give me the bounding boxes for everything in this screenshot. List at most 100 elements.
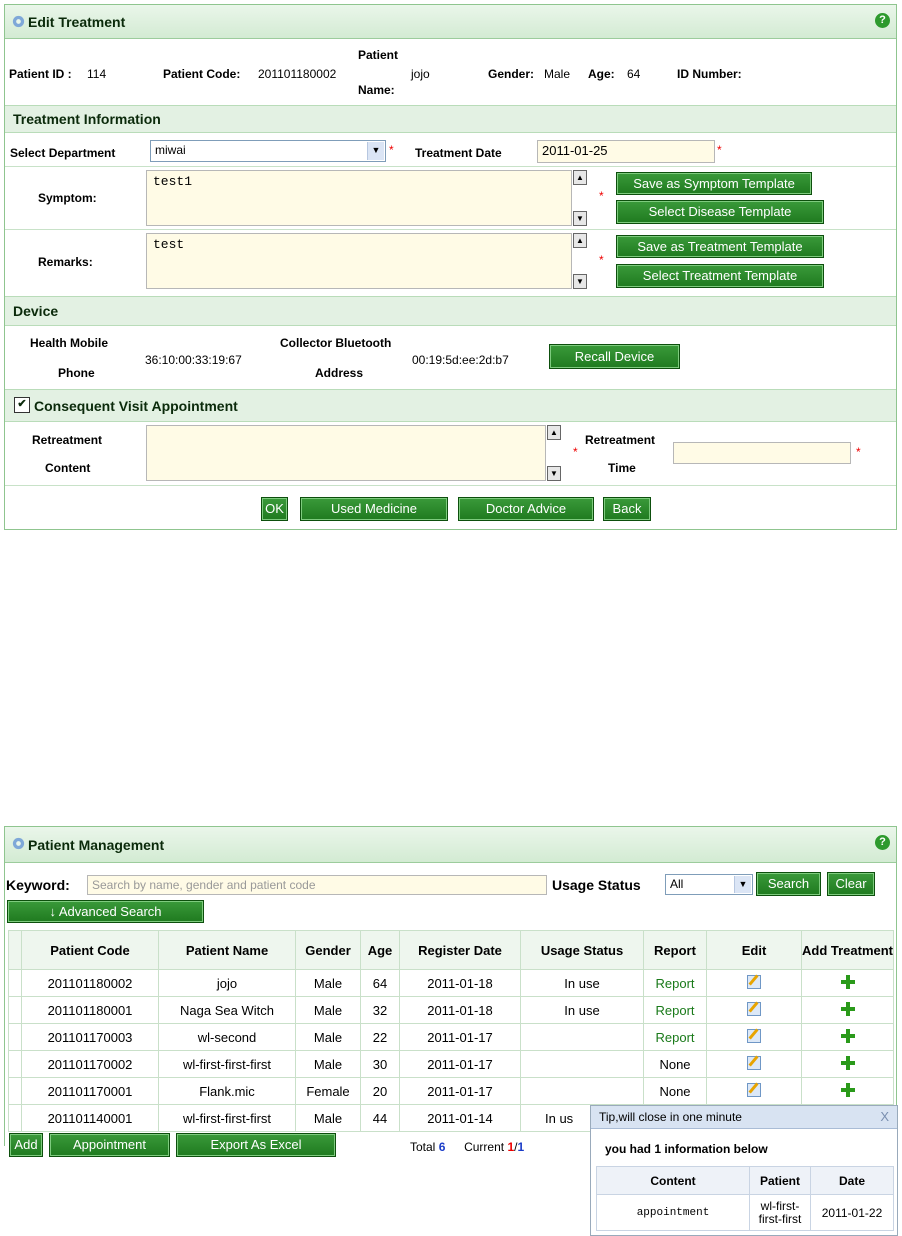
visit-section-title: Consequent Visit Appointment [34, 398, 238, 414]
department-select[interactable]: miwai ▼ [150, 140, 386, 162]
edit-icon[interactable] [747, 1028, 761, 1043]
column-header[interactable]: Report [643, 930, 707, 970]
ok-button[interactable]: OK [261, 497, 288, 521]
gender-cell: Male [295, 996, 361, 1024]
gear-icon [12, 837, 25, 850]
help-icon[interactable]: ? [875, 835, 890, 850]
add-button[interactable]: Add [9, 1133, 43, 1157]
panel-title: Edit Treatment [28, 14, 126, 30]
retreatment-time-field[interactable] [673, 442, 851, 464]
save-symptom-template-button[interactable]: Save as Symptom Template [616, 172, 812, 195]
report-link[interactable]: Report [643, 996, 707, 1024]
clear-button[interactable]: Clear [827, 872, 875, 896]
usage-status-cell: In use [520, 969, 644, 997]
advanced-search-button[interactable]: ↓ Advanced Search [7, 900, 204, 923]
required-mark: * [573, 445, 578, 459]
visit-section-header: ✔ Consequent Visit Appointment [5, 389, 896, 422]
scroll-up-icon[interactable]: ▲ [573, 233, 587, 248]
appointment-button[interactable]: Appointment [49, 1133, 170, 1157]
row-select-cell[interactable] [8, 996, 22, 1024]
column-header[interactable]: Usage Status [520, 930, 644, 970]
retreatment-time-label-1: Retreatment [585, 433, 656, 447]
table-row[interactable]: 201101170001 Flank.mic Female 20 2011-01… [8, 1077, 894, 1105]
retreatment-scrollbar[interactable]: ▲ ▼ [547, 425, 561, 481]
row-select-cell[interactable] [8, 1023, 22, 1051]
add-treatment-icon[interactable] [840, 1001, 855, 1016]
department-selected-value: miwai [155, 143, 186, 157]
used-medicine-button[interactable]: Used Medicine [300, 497, 448, 521]
required-mark: * [856, 445, 861, 459]
remarks-textarea[interactable]: test [146, 233, 572, 289]
edit-icon[interactable] [747, 1055, 761, 1070]
keyword-search-input[interactable]: Search by name, gender and patient code [87, 875, 547, 895]
age-cell: 30 [360, 1050, 400, 1078]
divider [5, 229, 896, 230]
column-header[interactable]: Edit [706, 930, 802, 970]
search-button[interactable]: Search [756, 872, 821, 896]
scroll-up-icon[interactable]: ▲ [547, 425, 561, 440]
visit-checkbox[interactable]: ✔ [14, 397, 30, 413]
table-row[interactable]: 201101170002 wl-first-first-first Male 3… [8, 1050, 894, 1078]
column-header[interactable]: Patient Code [21, 930, 159, 970]
edit-icon[interactable] [747, 974, 761, 989]
patient-name-cell: Naga Sea Witch [158, 996, 296, 1024]
column-header[interactable]: Add Treatment [801, 930, 894, 970]
required-mark: * [717, 143, 722, 157]
chevron-down-icon[interactable]: ▼ [367, 142, 384, 160]
retreatment-content-label-1: Retreatment [32, 433, 103, 447]
close-icon[interactable]: X [880, 1109, 889, 1124]
chevron-down-icon[interactable]: ▼ [734, 876, 751, 893]
select-treatment-template-button[interactable]: Select Treatment Template [616, 264, 824, 288]
save-treatment-template-button[interactable]: Save as Treatment Template [616, 235, 824, 258]
remarks-scrollbar[interactable]: ▲ ▼ [573, 233, 587, 289]
table-row[interactable]: 201101180001 Naga Sea Witch Male 32 2011… [8, 996, 894, 1024]
add-treatment-icon[interactable] [840, 974, 855, 989]
row-select-cell[interactable] [8, 1104, 22, 1132]
scroll-down-icon[interactable]: ▼ [573, 211, 587, 226]
scroll-up-icon[interactable]: ▲ [573, 170, 587, 185]
patient-code-cell: 201101180001 [21, 996, 159, 1024]
treatment-date-field[interactable]: 2011-01-25 [537, 140, 715, 163]
health-mobile-phone-label-2: Phone [58, 366, 95, 380]
device-section-header: Device [5, 296, 896, 326]
column-header[interactable]: Gender [295, 930, 361, 970]
usage-status-select[interactable]: All ▼ [665, 874, 753, 895]
bluetooth-address-value: 00:19:5d:ee:2d:b7 [412, 353, 509, 367]
patient-code-cell: 201101170003 [21, 1023, 159, 1051]
doctor-advice-button[interactable]: Doctor Advice [458, 497, 594, 521]
usage-status-cell [520, 1077, 644, 1105]
select-disease-template-button[interactable]: Select Disease Template [616, 200, 824, 224]
report-none-cell: None [643, 1077, 707, 1105]
recall-device-button[interactable]: Recall Device [549, 344, 680, 369]
column-header[interactable]: Patient Name [158, 930, 296, 970]
report-link[interactable]: Report [643, 969, 707, 997]
add-treatment-icon[interactable] [840, 1082, 855, 1097]
table-row[interactable]: 201101170003 wl-second Male 22 2011-01-1… [8, 1023, 894, 1051]
patient-name-cell: wl-first-first-first [158, 1050, 296, 1078]
scroll-down-icon[interactable]: ▼ [547, 466, 561, 481]
back-button[interactable]: Back [603, 497, 651, 521]
row-select-cell[interactable] [8, 1077, 22, 1105]
row-select-cell[interactable] [8, 1050, 22, 1078]
required-mark: * [599, 253, 604, 267]
patient-name-cell: wl-second [158, 1023, 296, 1051]
patient-code-cell: 201101170002 [21, 1050, 159, 1078]
add-treatment-icon[interactable] [840, 1055, 855, 1070]
export-excel-button[interactable]: Export As Excel [176, 1133, 336, 1157]
add-treatment-icon[interactable] [840, 1028, 855, 1043]
column-header[interactable]: Register Date [399, 930, 521, 970]
report-link[interactable]: Report [643, 1023, 707, 1051]
help-icon[interactable]: ? [875, 13, 890, 28]
edit-icon[interactable] [747, 1001, 761, 1016]
edit-icon[interactable] [747, 1082, 761, 1097]
column-header: Content [596, 1166, 750, 1195]
tip-table-row[interactable]: appointment wl-first- first-first 2011-0… [596, 1194, 894, 1231]
table-row[interactable]: 201101180002 jojo Male 64 2011-01-18 In … [8, 969, 894, 997]
row-select-cell[interactable] [8, 969, 22, 997]
age-value: 64 [627, 67, 641, 81]
column-header[interactable]: Age [360, 930, 400, 970]
retreatment-content-textarea[interactable] [146, 425, 546, 481]
scroll-down-icon[interactable]: ▼ [573, 274, 587, 289]
symptom-textarea[interactable]: test1 [146, 170, 572, 226]
symptom-scrollbar[interactable]: ▲ ▼ [573, 170, 587, 226]
